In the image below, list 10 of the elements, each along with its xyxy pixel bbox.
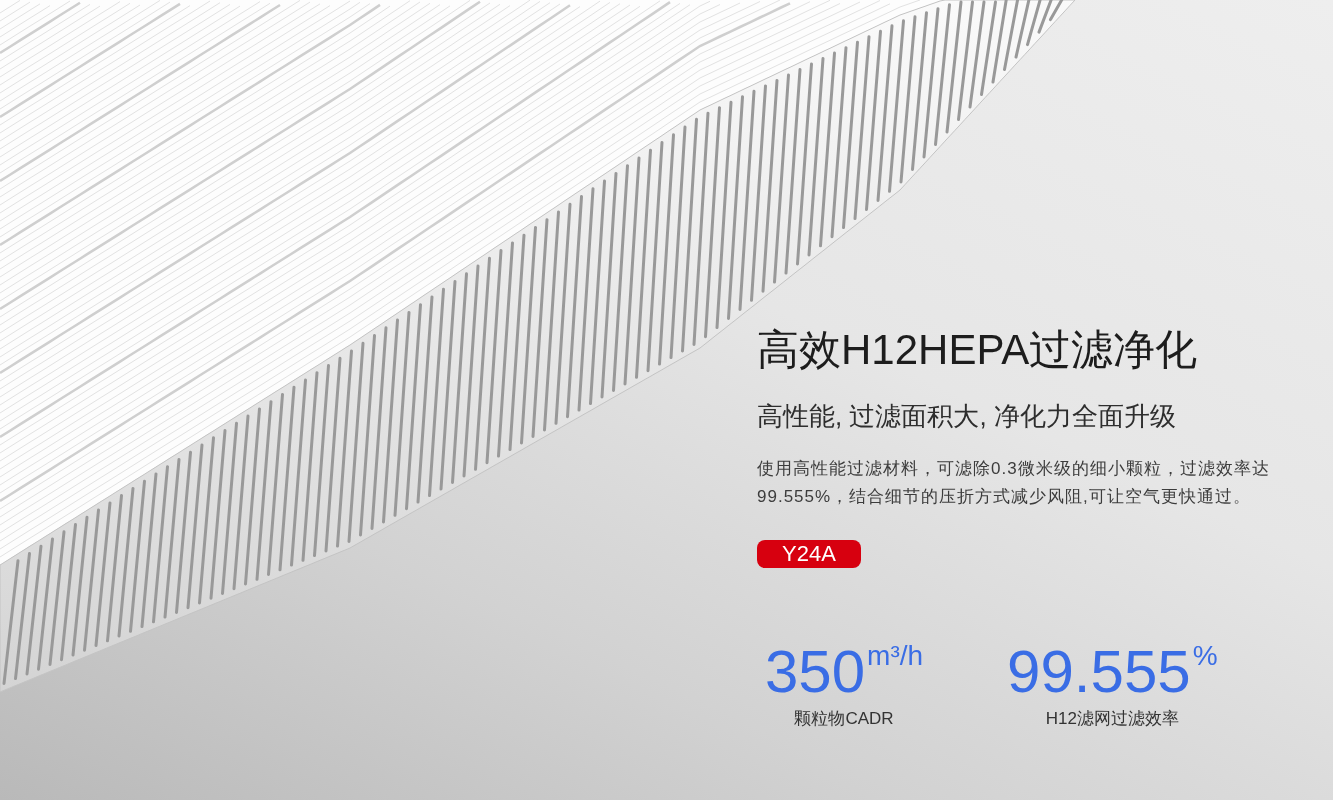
- stat-unit: m³/h: [867, 642, 924, 670]
- stat-label: H12滤网过滤效率: [1045, 708, 1179, 730]
- model-tag: Y24A: [757, 540, 861, 568]
- product-subheading: 高性能, 过滤面积大, 净化力全面升级: [757, 400, 1177, 433]
- stat-label: 颗粒物CADR: [794, 708, 894, 730]
- stat-unit: %: [1192, 642, 1218, 670]
- stat-value: 99.555: [1007, 642, 1191, 702]
- stat-value: 350: [765, 642, 866, 702]
- product-heading: 高效H12HEPA过滤净化: [757, 325, 1199, 375]
- product-description: 使用高性能过滤材料，可滤除0.3微米级的细小颗粒，过滤效率达99.555%，结合细节的压折方式减少风阻,可让空气更快通过。: [757, 458, 1271, 508]
